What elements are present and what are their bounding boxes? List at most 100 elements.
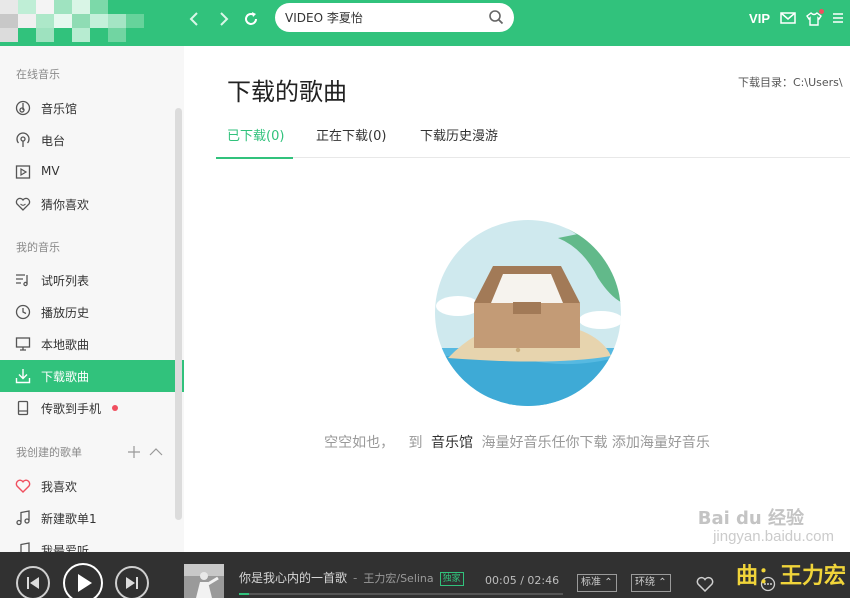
exclusive-badge: 独家 [439, 572, 464, 586]
chevron-left-icon [189, 12, 198, 26]
playback-time: 00:05 / 02:46 [485, 574, 560, 587]
chevron-right-icon [220, 12, 229, 26]
refresh-button[interactable] [240, 8, 262, 30]
more-options-icon[interactable] [760, 576, 776, 592]
sidebar-item-history[interactable]: 播放历史 [0, 296, 184, 328]
sidebar-item-downloads[interactable]: 下载歌曲 [0, 360, 184, 392]
sidebar-item-guess-you-like[interactable]: 猜你喜欢 [0, 188, 184, 220]
clock-icon [15, 304, 31, 320]
page-title: 下载的歌曲 [227, 78, 347, 106]
new-badge-dot [112, 405, 118, 411]
radio-icon [16, 132, 30, 147]
notification-dot [819, 9, 824, 14]
tab-downloaded[interactable]: 已下载(0) [227, 125, 284, 144]
music-hall-link[interactable]: 音乐馆 [431, 435, 473, 451]
tab-bar: 已下载(0) 正在下载(0) 下载历史漫游 [216, 122, 850, 159]
sidebar-item-mv[interactable]: MV [0, 156, 184, 188]
next-icon [126, 577, 138, 589]
sidebar-item-music-hall[interactable]: 音乐馆 [0, 92, 184, 124]
sidebar-item-label: 电台 [41, 134, 66, 148]
song-artist[interactable]: 王力宏/Selina [363, 572, 433, 585]
sidebar-item-local-songs[interactable]: 本地歌曲 [0, 328, 184, 360]
player-bar: 你是我心内的一首歌 - 王力宏/Selina 独家 00:05 / 02:46 标准 … [0, 552, 850, 598]
sidebar-item-transfer-to-phone[interactable]: 传歌到手机 [0, 392, 184, 424]
collapse-chevron-icon[interactable] [149, 446, 163, 458]
search-input[interactable] [285, 7, 485, 28]
section-title-online: 在线音乐 [16, 68, 60, 81]
sidebar-item-label: 猜你喜欢 [41, 198, 90, 212]
empty-state-message: 空空如也， 到 音乐馆 海量好音乐任你下载 添加海量好音乐 [184, 432, 850, 452]
add-playlist-icon[interactable] [127, 445, 141, 459]
music-note-icon [18, 542, 30, 552]
quality-selector[interactable]: 标准 ⌃ [577, 574, 617, 592]
tshirt-icon [806, 12, 822, 26]
previous-button[interactable] [16, 566, 50, 598]
mv-icon [15, 165, 31, 179]
sidebar-item-play-queue[interactable]: 试听列表 [0, 264, 184, 296]
play-button[interactable] [63, 563, 103, 598]
sidebar-item-new-playlist-1[interactable]: 新建歌单1 [0, 502, 184, 534]
section-title-created-playlists: 我创建的歌单 [16, 446, 82, 459]
heart-icon [15, 479, 31, 493]
heart-smile-icon [15, 197, 31, 211]
album-cover[interactable] [184, 564, 224, 598]
sidebar-item-label: 我喜欢 [41, 480, 78, 494]
quality-label: 标准 [581, 577, 601, 588]
tab-download-history[interactable]: 下载历史漫游 [420, 125, 498, 144]
sidebar-item-most-played[interactable]: 我最爱听 [0, 534, 184, 552]
tab-downloading[interactable]: 正在下载(0) [316, 125, 386, 144]
active-tab-indicator [216, 157, 293, 159]
monitor-icon [15, 337, 31, 351]
download-icon [15, 369, 31, 384]
search-box[interactable] [275, 3, 514, 32]
mode-label: 环绕 [635, 577, 655, 588]
empty-suffix: 海量好音乐任你下载 添加海量好音乐 [481, 435, 710, 451]
sidebar-item-label: 试听列表 [41, 274, 90, 288]
search-icon[interactable] [488, 9, 504, 25]
blurred-logo [0, 0, 184, 46]
song-title[interactable]: 你是我心内的一首歌 [239, 571, 347, 585]
menu-icon[interactable] [832, 12, 844, 24]
top-right-tools: VIP [749, 8, 850, 28]
play-icon [78, 574, 92, 592]
empty-box-illustration [435, 220, 621, 406]
sidebar-item-label: 本地歌曲 [41, 338, 90, 352]
phone-icon [17, 400, 29, 416]
music-hall-icon [15, 100, 31, 116]
sidebar-item-my-favorites[interactable]: 我喜欢 [0, 470, 184, 502]
sidebar: 在线音乐 音乐馆 电台 MV 猜你喜欢 我的音乐 试听列表 播放历史 本地歌曲 … [0, 46, 184, 552]
previous-icon [27, 577, 39, 589]
mail-icon[interactable] [780, 12, 796, 24]
sidebar-item-label: 新建歌单1 [41, 512, 97, 526]
skin-button[interactable] [806, 9, 824, 26]
progress-bar[interactable] [239, 593, 563, 595]
progress-fill [239, 593, 249, 595]
empty-to: 到 [408, 435, 423, 451]
vip-button[interactable]: VIP [749, 11, 770, 26]
album-cover-art [184, 564, 224, 598]
next-button[interactable] [115, 566, 149, 598]
chevron-up-icon: ⌃ [658, 577, 667, 588]
site-watermark: Bai du 经验 [697, 508, 804, 529]
playlist-icon [16, 274, 28, 287]
sound-effect-selector[interactable]: 环绕 ⌃ [631, 574, 671, 592]
top-bar: VIP [0, 0, 850, 46]
back-button[interactable] [184, 8, 206, 30]
song-info: 你是我心内的一首歌 - 王力宏/Selina 独家 [239, 569, 464, 586]
sidebar-item-label: 传歌到手机 [41, 402, 102, 416]
section-title-mine: 我的音乐 [16, 241, 60, 254]
sidebar-item-label: MV [41, 164, 60, 178]
sidebar-item-label: 下载歌曲 [41, 370, 90, 384]
site-url-watermark: jingyan.baidu.com [713, 528, 834, 545]
sidebar-item-radio[interactable]: 电台 [0, 124, 184, 156]
sidebar-item-label: 播放历史 [41, 306, 90, 320]
empty-prefix: 空空如也， [324, 435, 395, 451]
download-directory[interactable]: 下载目录：C:\Users\ [738, 74, 843, 90]
forward-button[interactable] [212, 8, 234, 30]
app-window: VIP 在线音乐 音乐馆 电台 MV 猜你喜欢 我的音乐 [0, 0, 850, 598]
sidebar-scrollbar[interactable] [175, 108, 182, 520]
like-heart-icon[interactable] [696, 576, 714, 592]
refresh-icon [245, 12, 257, 25]
music-note-icon [16, 510, 30, 526]
sidebar-item-label: 我最爱听 [41, 544, 90, 552]
